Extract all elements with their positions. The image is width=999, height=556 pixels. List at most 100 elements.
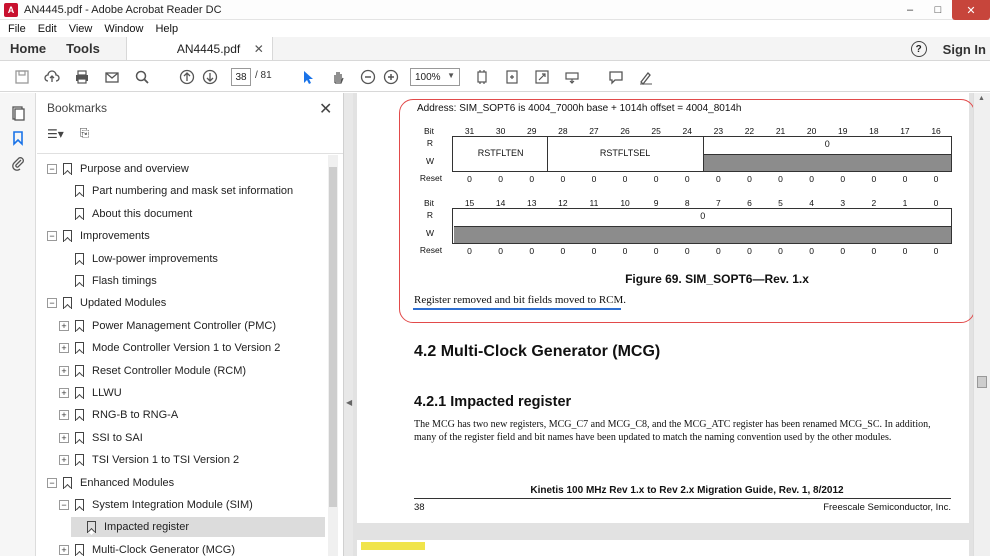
bookmark-icon xyxy=(63,476,72,489)
bit-number: 6 xyxy=(747,198,752,208)
collapse-panel-icon[interactable]: ◀ xyxy=(346,398,352,407)
page-number-input[interactable]: 38 xyxy=(231,68,251,86)
bookmark-item[interactable]: Part numbering and mask set information xyxy=(59,181,325,201)
expand-icon[interactable]: + xyxy=(59,343,69,354)
rw-divider xyxy=(454,226,952,227)
help-icon[interactable]: ? xyxy=(910,41,927,57)
subsection-heading: 4.2.1 Impacted register xyxy=(414,394,572,410)
sign-in-link[interactable]: Sign In xyxy=(943,42,986,57)
expand-icon[interactable]: + xyxy=(59,432,69,443)
bookmarks-scrollbar[interactable] xyxy=(328,155,338,556)
zoom-select[interactable]: 100% ▼ xyxy=(410,68,460,86)
bookmark-label: RNG-B to RNG-A xyxy=(92,409,179,422)
tab-document[interactable]: AN4445.pdf ✕ xyxy=(125,37,273,60)
search-icon[interactable] xyxy=(132,68,152,86)
bookmark-item[interactable]: − Improvements xyxy=(47,226,325,246)
write-label: W xyxy=(425,228,435,238)
reset-value: 0 xyxy=(653,174,659,184)
close-window-button[interactable]: ✕ xyxy=(952,0,990,20)
bit-number: 0 xyxy=(933,198,939,208)
bookmark-item[interactable]: + LLWU xyxy=(59,383,325,403)
collapse-icon[interactable]: − xyxy=(47,231,57,242)
bookmark-item[interactable]: + TSI Version 1 to TSI Version 2 xyxy=(59,450,325,470)
maximize-button[interactable]: □ xyxy=(924,0,952,20)
previous-page-icon[interactable] xyxy=(177,68,197,86)
rw-divider xyxy=(702,154,952,155)
bookmark-item[interactable]: + Multi-Clock Generator (MCG) xyxy=(59,540,325,556)
collapse-icon[interactable]: − xyxy=(47,477,57,488)
scroll-up-icon[interactable]: ▲ xyxy=(978,95,985,102)
reset-value: 0 xyxy=(778,246,783,256)
bookmark-item[interactable]: About this document xyxy=(59,204,325,224)
keyboard-icon[interactable] xyxy=(562,68,582,86)
tab-home[interactable]: Home xyxy=(0,37,56,60)
zoom-value: 100% xyxy=(415,71,441,83)
reset-value: 0 xyxy=(622,174,628,184)
expand-icon[interactable]: + xyxy=(59,455,69,466)
expand-icon[interactable]: + xyxy=(59,320,69,331)
reset-value: 0 xyxy=(560,174,566,184)
scroll-mode-icon[interactable] xyxy=(472,68,492,86)
bookmark-add-icon[interactable]: ⎘ xyxy=(80,126,90,141)
expand-icon[interactable]: + xyxy=(59,544,69,555)
expand-icon[interactable]: + xyxy=(59,410,69,421)
bookmark-item[interactable]: + SSI to SAI xyxy=(59,428,325,448)
select-cursor-icon[interactable] xyxy=(298,68,318,86)
bookmark-label: Mode Controller Version 1 to Version 2 xyxy=(92,342,281,355)
field-rstflten: RSTFLTEN xyxy=(477,148,524,158)
bookmark-item[interactable]: − System Integration Module (SIM) xyxy=(59,495,325,515)
hand-tool-icon[interactable] xyxy=(328,68,348,86)
options-menu-icon[interactable]: ☰▾ xyxy=(47,127,64,141)
bookmark-item[interactable]: − Enhanced Modules xyxy=(47,473,325,493)
bookmark-item[interactable]: − Purpose and overview xyxy=(47,159,325,179)
bit-number: 5 xyxy=(778,198,783,208)
save-icon[interactable] xyxy=(12,68,32,86)
bookmark-item[interactable]: + RNG-B to RNG-A xyxy=(59,405,325,425)
bookmark-item[interactable]: Flash timings xyxy=(59,271,325,291)
email-icon[interactable] xyxy=(102,68,122,86)
menu-view[interactable]: View xyxy=(69,23,93,35)
bookmark-item[interactable]: + Power Management Controller (PMC) xyxy=(59,316,325,336)
close-panel-icon[interactable]: ✕ xyxy=(319,99,332,119)
menu-help[interactable]: Help xyxy=(155,23,178,35)
page-thumbnails-icon[interactable] xyxy=(10,105,26,121)
bookmark-icon xyxy=(75,364,84,377)
minimize-button[interactable]: – xyxy=(896,0,924,20)
print-icon[interactable] xyxy=(72,68,92,86)
zoom-in-icon[interactable] xyxy=(381,68,401,86)
expand-icon[interactable]: + xyxy=(59,365,69,376)
tab-tools[interactable]: Tools xyxy=(56,37,110,60)
menu-edit[interactable]: Edit xyxy=(38,23,57,35)
bookmark-item[interactable]: Impacted register xyxy=(71,517,325,538)
menu-window[interactable]: Window xyxy=(104,23,143,35)
menu-file[interactable]: File xyxy=(8,23,26,35)
fit-page-icon[interactable] xyxy=(502,68,522,86)
bookmark-item[interactable]: + Mode Controller Version 1 to Version 2 xyxy=(59,338,325,358)
attachments-icon[interactable] xyxy=(10,155,26,171)
bookmark-icon xyxy=(75,185,84,198)
comment-icon[interactable] xyxy=(606,68,626,86)
reset-value: 0 xyxy=(591,246,597,256)
bookmark-item[interactable]: Low-power improvements xyxy=(59,249,325,269)
bookmark-label: Part numbering and mask set information xyxy=(92,185,294,198)
cloud-upload-icon[interactable] xyxy=(42,68,62,86)
collapse-icon[interactable]: − xyxy=(47,298,57,309)
close-tab-icon[interactable]: ✕ xyxy=(254,42,264,56)
bookmarks-panel-icon[interactable] xyxy=(10,130,26,146)
expand-icon[interactable]: + xyxy=(59,388,69,398)
zoom-out-icon[interactable] xyxy=(358,68,378,86)
bit-number: 13 xyxy=(527,198,537,208)
bookmark-label: Enhanced Modules xyxy=(80,476,175,489)
collapse-icon[interactable]: − xyxy=(59,500,69,510)
reset-value: 0 xyxy=(902,174,908,184)
next-page-icon[interactable] xyxy=(200,68,220,86)
bookmark-item[interactable]: + Reset Controller Module (RCM) xyxy=(59,361,325,381)
panel-splitter[interactable]: ◀ xyxy=(343,93,353,556)
collapse-icon[interactable]: − xyxy=(47,164,57,174)
document-scrollbar[interactable]: ▲ xyxy=(973,93,990,556)
full-screen-icon[interactable] xyxy=(532,68,552,86)
bookmark-item[interactable]: − Updated Modules xyxy=(47,293,325,313)
scrollbar-thumb[interactable] xyxy=(977,376,987,388)
scrollbar-thumb[interactable] xyxy=(329,167,337,507)
highlight-pen-icon[interactable] xyxy=(636,68,656,86)
